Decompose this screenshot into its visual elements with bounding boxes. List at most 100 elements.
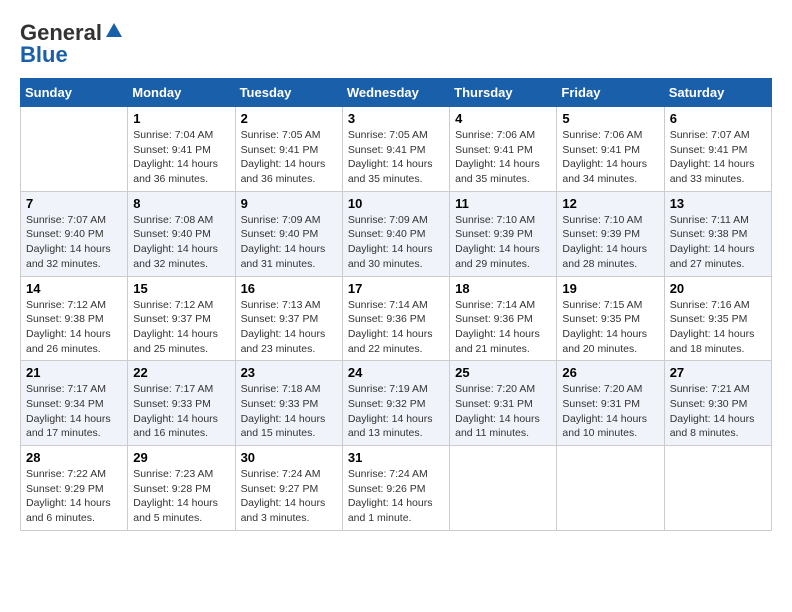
day-number: 26 (562, 365, 658, 380)
calendar-cell: 10 Sunrise: 7:09 AM Sunset: 9:40 PM Dayli… (342, 191, 449, 276)
header-saturday: Saturday (664, 79, 771, 107)
calendar-cell: 27 Sunrise: 7:21 AM Sunset: 9:30 PM Dayli… (664, 361, 771, 446)
calendar-cell: 7 Sunrise: 7:07 AM Sunset: 9:40 PM Daylig… (21, 191, 128, 276)
day-number: 19 (562, 281, 658, 296)
day-number: 5 (562, 111, 658, 126)
calendar-week-row: 7 Sunrise: 7:07 AM Sunset: 9:40 PM Daylig… (21, 191, 772, 276)
calendar-cell: 16Sunrise: 7:13 AM Sunset: 9:37 PM Dayli… (235, 276, 342, 361)
day-number: 6 (670, 111, 766, 126)
cell-content: Sunrise: 7:14 AM Sunset: 9:36 PM Dayligh… (348, 298, 444, 357)
calendar-cell: 8Sunrise: 7:08 AM Sunset: 9:40 PM Daylig… (128, 191, 235, 276)
calendar-week-row: 21Sunrise: 7:17 AM Sunset: 9:34 PM Dayli… (21, 361, 772, 446)
day-number: 3 (348, 111, 444, 126)
header-thursday: Thursday (450, 79, 557, 107)
day-number: 10 (348, 196, 444, 211)
calendar-cell: 26 Sunrise: 7:20 AM Sunset: 9:31 PM Dayli… (557, 361, 664, 446)
calendar-cell (557, 446, 664, 531)
calendar-header-row: SundayMondayTuesdayWednesdayThursdayFrid… (21, 79, 772, 107)
calendar-cell: 1 Sunrise: 7:04 AM Sunset: 9:41 PM Daylig… (128, 107, 235, 192)
header-friday: Friday (557, 79, 664, 107)
calendar-cell: 14 Sunrise: 7:12 AM Sunset: 9:38 PM Dayli… (21, 276, 128, 361)
cell-content: Sunrise: 7:06 AM Sunset: 9:41 PM Dayligh… (562, 128, 658, 187)
calendar-cell (21, 107, 128, 192)
calendar-cell: 4Sunrise: 7:06 AM Sunset: 9:41 PM Daylig… (450, 107, 557, 192)
cell-content: Sunrise: 7:12 AM Sunset: 9:37 PM Dayligh… (133, 298, 229, 357)
day-number: 8 (133, 196, 229, 211)
logo-blue-text: Blue (20, 42, 68, 68)
cell-content: Sunrise: 7:10 AM Sunset: 9:39 PM Dayligh… (562, 213, 658, 272)
cell-content: Sunrise: 7:19 AM Sunset: 9:32 PM Dayligh… (348, 382, 444, 441)
calendar-cell (664, 446, 771, 531)
day-number: 24 (348, 365, 444, 380)
day-number: 11 (455, 196, 551, 211)
day-number: 27 (670, 365, 766, 380)
calendar-cell: 28 Sunrise: 7:22 AM Sunset: 9:29 PM Dayli… (21, 446, 128, 531)
day-number: 21 (26, 365, 122, 380)
day-number: 7 (26, 196, 122, 211)
cell-content: Sunrise: 7:07 AM Sunset: 9:41 PM Dayligh… (670, 128, 766, 187)
day-number: 15 (133, 281, 229, 296)
calendar-week-row: 14 Sunrise: 7:12 AM Sunset: 9:38 PM Dayli… (21, 276, 772, 361)
calendar-cell: 6 Sunrise: 7:07 AM Sunset: 9:41 PM Daylig… (664, 107, 771, 192)
day-number: 16 (241, 281, 337, 296)
calendar-cell: 25Sunrise: 7:20 AM Sunset: 9:31 PM Dayli… (450, 361, 557, 446)
cell-content: Sunrise: 7:15 AM Sunset: 9:35 PM Dayligh… (562, 298, 658, 357)
day-number: 12 (562, 196, 658, 211)
cell-content: Sunrise: 7:17 AM Sunset: 9:33 PM Dayligh… (133, 382, 229, 441)
cell-content: Sunrise: 7:24 AM Sunset: 9:27 PM Dayligh… (241, 467, 337, 526)
day-number: 30 (241, 450, 337, 465)
day-number: 13 (670, 196, 766, 211)
cell-content: Sunrise: 7:24 AM Sunset: 9:26 PM Dayligh… (348, 467, 444, 526)
cell-content: Sunrise: 7:23 AM Sunset: 9:28 PM Dayligh… (133, 467, 229, 526)
cell-content: Sunrise: 7:20 AM Sunset: 9:31 PM Dayligh… (562, 382, 658, 441)
calendar-cell: 5 Sunrise: 7:06 AM Sunset: 9:41 PM Daylig… (557, 107, 664, 192)
cell-content: Sunrise: 7:18 AM Sunset: 9:33 PM Dayligh… (241, 382, 337, 441)
calendar-cell: 13 Sunrise: 7:11 AM Sunset: 9:38 PM Dayli… (664, 191, 771, 276)
cell-content: Sunrise: 7:11 AM Sunset: 9:38 PM Dayligh… (670, 213, 766, 272)
calendar-cell: 18Sunrise: 7:14 AM Sunset: 9:36 PM Dayli… (450, 276, 557, 361)
header-monday: Monday (128, 79, 235, 107)
calendar-cell (450, 446, 557, 531)
calendar-cell: 15 Sunrise: 7:12 AM Sunset: 9:37 PM Dayli… (128, 276, 235, 361)
calendar-cell: 19 Sunrise: 7:15 AM Sunset: 9:35 PM Dayli… (557, 276, 664, 361)
calendar-cell: 17 Sunrise: 7:14 AM Sunset: 9:36 PM Dayli… (342, 276, 449, 361)
calendar-cell: 11 Sunrise: 7:10 AM Sunset: 9:39 PM Dayli… (450, 191, 557, 276)
cell-content: Sunrise: 7:14 AM Sunset: 9:36 PM Dayligh… (455, 298, 551, 357)
cell-content: Sunrise: 7:05 AM Sunset: 9:41 PM Dayligh… (241, 128, 337, 187)
page-header: General Blue (20, 20, 772, 68)
cell-content: Sunrise: 7:04 AM Sunset: 9:41 PM Dayligh… (133, 128, 229, 187)
day-number: 4 (455, 111, 551, 126)
logo: General Blue (20, 20, 124, 68)
cell-content: Sunrise: 7:10 AM Sunset: 9:39 PM Dayligh… (455, 213, 551, 272)
day-number: 22 (133, 365, 229, 380)
calendar-cell: 12 Sunrise: 7:10 AM Sunset: 9:39 PM Dayli… (557, 191, 664, 276)
day-number: 23 (241, 365, 337, 380)
day-number: 28 (26, 450, 122, 465)
calendar-cell: 20Sunrise: 7:16 AM Sunset: 9:35 PM Dayli… (664, 276, 771, 361)
cell-content: Sunrise: 7:22 AM Sunset: 9:29 PM Dayligh… (26, 467, 122, 526)
day-number: 14 (26, 281, 122, 296)
calendar-cell: 30 Sunrise: 7:24 AM Sunset: 9:27 PM Dayli… (235, 446, 342, 531)
calendar-week-row: 28 Sunrise: 7:22 AM Sunset: 9:29 PM Dayli… (21, 446, 772, 531)
calendar-table: SundayMondayTuesdayWednesdayThursdayFrid… (20, 78, 772, 531)
day-number: 1 (133, 111, 229, 126)
cell-content: Sunrise: 7:09 AM Sunset: 9:40 PM Dayligh… (348, 213, 444, 272)
calendar-cell: 31 Sunrise: 7:24 AM Sunset: 9:26 PM Dayli… (342, 446, 449, 531)
day-number: 20 (670, 281, 766, 296)
day-number: 31 (348, 450, 444, 465)
cell-content: Sunrise: 7:21 AM Sunset: 9:30 PM Dayligh… (670, 382, 766, 441)
calendar-week-row: 1 Sunrise: 7:04 AM Sunset: 9:41 PM Daylig… (21, 107, 772, 192)
cell-content: Sunrise: 7:12 AM Sunset: 9:38 PM Dayligh… (26, 298, 122, 357)
cell-content: Sunrise: 7:07 AM Sunset: 9:40 PM Dayligh… (26, 213, 122, 272)
calendar-cell: 2 Sunrise: 7:05 AM Sunset: 9:41 PM Daylig… (235, 107, 342, 192)
cell-content: Sunrise: 7:09 AM Sunset: 9:40 PM Dayligh… (241, 213, 337, 272)
day-number: 2 (241, 111, 337, 126)
calendar-cell: 22 Sunrise: 7:17 AM Sunset: 9:33 PM Dayli… (128, 361, 235, 446)
day-number: 17 (348, 281, 444, 296)
calendar-cell: 24 Sunrise: 7:19 AM Sunset: 9:32 PM Dayli… (342, 361, 449, 446)
day-number: 25 (455, 365, 551, 380)
logo-icon (104, 21, 124, 41)
calendar-cell: 3Sunrise: 7:05 AM Sunset: 9:41 PM Daylig… (342, 107, 449, 192)
header-tuesday: Tuesday (235, 79, 342, 107)
calendar-cell: 23 Sunrise: 7:18 AM Sunset: 9:33 PM Dayli… (235, 361, 342, 446)
